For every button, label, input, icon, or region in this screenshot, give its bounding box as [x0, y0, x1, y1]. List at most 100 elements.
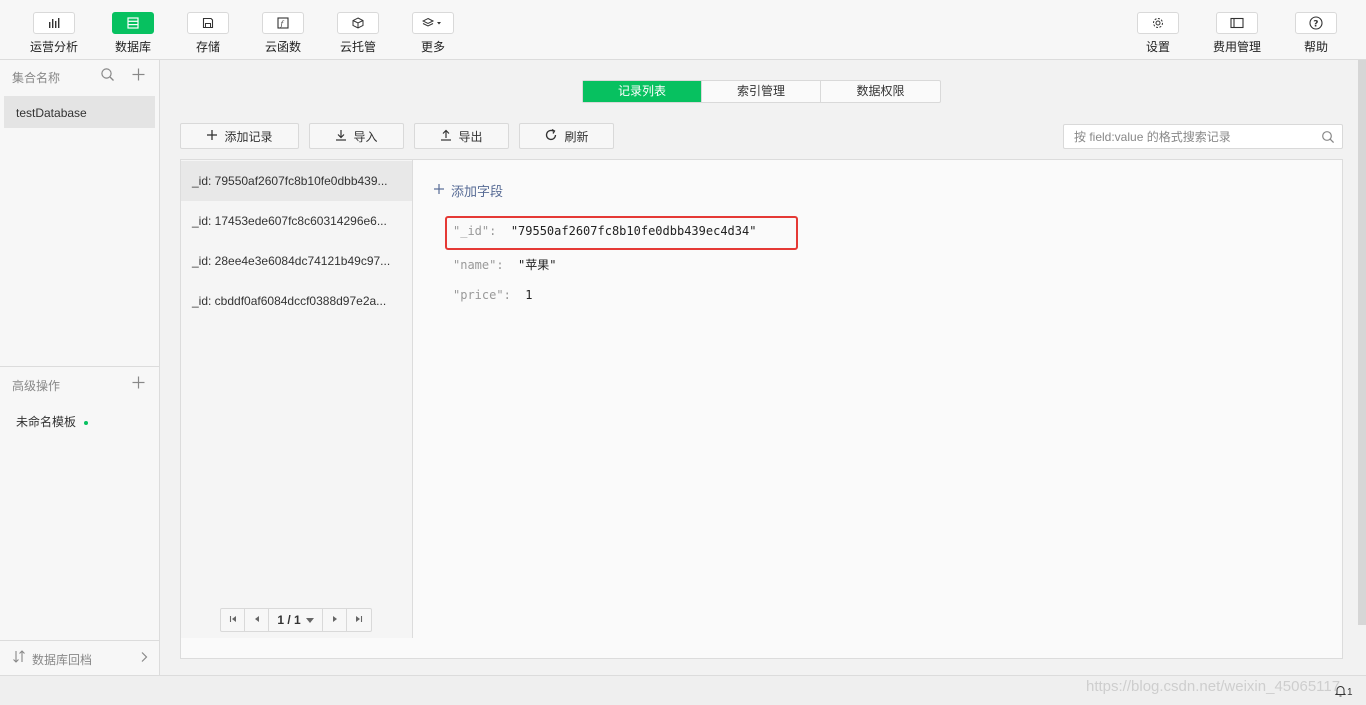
help-icon: ? [1309, 16, 1323, 30]
tool-label: 帮助 [1303, 40, 1328, 54]
list-item[interactable]: _id: cbddf0af6084dccf0388d97e2a... [181, 281, 412, 321]
template-item[interactable]: 未命名模板 [16, 413, 89, 430]
chevron-right-icon [330, 613, 340, 627]
add-template-icon[interactable] [131, 375, 146, 393]
list-item[interactable]: _id: 17453ede607fc8c60314296e6... [181, 201, 412, 241]
tab-record-list[interactable]: 记录列表 [583, 81, 702, 102]
tool-cloud-hosting[interactable]: 云托管 [328, 12, 388, 55]
collection-sidebar: 集合名称 testDatabase 高级操作 未命名模板 数据库回档 [0, 60, 160, 675]
record-field-id[interactable]: "_id": "79550af2607fc8b10fe0dbb439ec4d34… [453, 224, 756, 238]
bar-chart-icon [47, 17, 61, 29]
tool-database[interactable]: 数据库 [103, 12, 163, 55]
tool-label: 数据库 [114, 40, 151, 54]
template-item-label: 未命名模板 [16, 415, 77, 429]
advanced-header-title: 高级操作 [12, 379, 61, 393]
refresh-button[interactable]: 刷新 [519, 123, 614, 149]
tool-label: 存储 [195, 40, 220, 54]
sort-arrows-icon [12, 650, 26, 666]
page-select[interactable]: 1 / 1 [269, 609, 323, 631]
page-scrollbar[interactable] [1358, 60, 1366, 625]
collection-header: 集合名称 [0, 60, 160, 92]
add-field-label: 添加字段 [451, 184, 504, 199]
tool-cloud-function[interactable]: f 云函数 [253, 12, 313, 55]
advanced-header: 高级操作 [0, 368, 160, 400]
notification-count: 1 [1347, 686, 1353, 698]
search-icon[interactable] [100, 67, 115, 85]
tool-label: 设置 [1145, 40, 1170, 54]
record-search [1063, 124, 1343, 149]
tab-data-permissions[interactable]: 数据权限 [821, 81, 940, 102]
import-button[interactable]: 导入 [309, 123, 404, 149]
plus-icon [433, 183, 451, 198]
cube-icon [352, 17, 364, 29]
last-page-button[interactable] [347, 609, 371, 631]
field-value: "79550af2607fc8b10fe0dbb439ec4d34" [510, 224, 757, 238]
svg-text:?: ? [1313, 19, 1318, 29]
tool-more[interactable]: 更多 [403, 12, 463, 55]
export-label: 导出 [458, 129, 483, 144]
tool-billing[interactable]: 费用管理 [1207, 12, 1267, 55]
pagination: 1 / 1 [220, 608, 372, 632]
add-record-label: 添加记录 [224, 129, 273, 144]
plus-icon [206, 129, 224, 144]
upload-icon [440, 129, 458, 144]
tool-label: 费用管理 [1212, 40, 1261, 54]
field-value: 1 [525, 288, 533, 302]
import-label: 导入 [353, 129, 378, 144]
record-field-name[interactable]: "name": "苹果" [453, 256, 557, 273]
records-panel: _id: 79550af2607fc8b10fe0dbb439... _id: … [180, 159, 1343, 659]
tool-label: 云函数 [264, 40, 301, 54]
gear-icon [1152, 17, 1164, 29]
last-page-icon [354, 613, 364, 627]
function-icon: f [277, 17, 289, 29]
field-value: "苹果" [518, 258, 557, 272]
tool-help[interactable]: ? 帮助 [1286, 12, 1346, 55]
search-icon[interactable] [1321, 130, 1335, 147]
tool-label: 更多 [420, 40, 445, 54]
billing-icon [1230, 17, 1244, 29]
field-key: "name" [453, 258, 497, 272]
field-key: "price" [453, 288, 504, 302]
refresh-icon [544, 128, 564, 145]
rollback-entry[interactable]: 数据库回档 [0, 640, 159, 674]
tab-index-management[interactable]: 索引管理 [702, 81, 821, 102]
export-button[interactable]: 导出 [414, 123, 509, 149]
first-page-button[interactable] [221, 609, 245, 631]
svg-text:f: f [280, 20, 285, 28]
collection-item-label: testDatabase [16, 106, 87, 120]
watermark: https://blog.csdn.net/weixin_45065117 [1086, 678, 1341, 695]
database-icon [127, 17, 139, 29]
tool-label: 云托管 [339, 40, 376, 54]
chevron-down-icon [305, 617, 314, 623]
refresh-label: 刷新 [564, 129, 589, 144]
prev-page-button[interactable] [245, 609, 269, 631]
record-list: _id: 79550af2607fc8b10fe0dbb439... _id: … [181, 160, 413, 638]
status-dot [84, 420, 89, 425]
record-field-price[interactable]: "price": 1 [453, 288, 533, 302]
list-item[interactable]: _id: 79550af2607fc8b10fe0dbb439... [181, 161, 412, 201]
page-indicator: 1 / 1 [277, 613, 301, 627]
view-tabs: 记录列表 索引管理 数据权限 [582, 80, 941, 103]
add-collection-icon[interactable] [131, 67, 146, 85]
field-key: "_id" [453, 224, 490, 238]
layers-icon [422, 17, 444, 29]
collection-item-testdatabase[interactable]: testDatabase [4, 96, 155, 128]
top-toolbar: 运营分析 数据库 存储 f 云函数 云托管 更多 设置 费用管理 ? 帮助 [0, 0, 1366, 60]
chevron-right-icon [140, 651, 148, 666]
collection-header-title: 集合名称 [12, 71, 61, 85]
chevron-left-icon [252, 613, 262, 627]
add-record-button[interactable]: 添加记录 [180, 123, 299, 149]
storage-icon [202, 17, 214, 29]
tool-label: 运营分析 [29, 40, 78, 54]
search-input[interactable] [1064, 125, 1314, 148]
tool-analytics[interactable]: 运营分析 [24, 12, 84, 55]
sidebar-divider [0, 366, 159, 367]
rollback-label: 数据库回档 [32, 653, 93, 667]
first-page-icon [228, 613, 238, 627]
tool-settings[interactable]: 设置 [1128, 12, 1188, 55]
add-field-button[interactable]: 添加字段 [433, 181, 503, 200]
next-page-button[interactable] [323, 609, 347, 631]
list-item[interactable]: _id: 28ee4e3e6084dc74121b49c97... [181, 241, 412, 281]
download-icon [335, 129, 353, 144]
tool-storage[interactable]: 存储 [178, 12, 238, 55]
